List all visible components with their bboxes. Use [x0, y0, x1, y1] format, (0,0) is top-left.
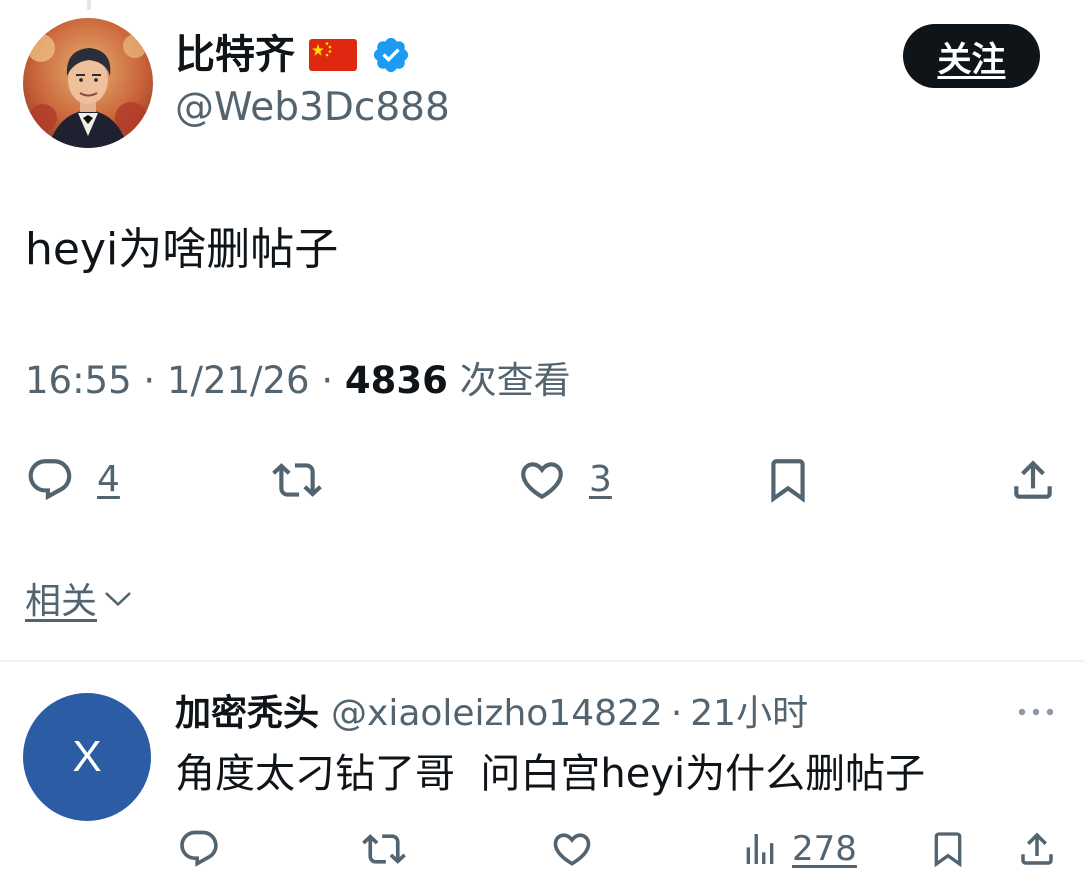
share-icon [1021, 832, 1053, 865]
reply-avatar[interactable]: X [23, 693, 151, 821]
reply-count[interactable]: 4 [97, 458, 120, 502]
retweet-icon [272, 463, 322, 497]
reply-views-button[interactable]: 278 [740, 827, 857, 871]
bookmark-icon [771, 459, 805, 503]
reply-retweet-button[interactable] [360, 827, 408, 871]
reply-share-button[interactable] [1016, 827, 1058, 871]
share-icon [1014, 460, 1052, 499]
views-label: 次查看 [459, 359, 571, 402]
follow-button[interactable]: 关注 [903, 24, 1040, 88]
share-button[interactable] [1008, 455, 1058, 505]
divider [0, 660, 1085, 662]
heart-icon [553, 833, 591, 866]
post-time[interactable]: 16:55 [25, 359, 132, 402]
retweet-icon [362, 834, 406, 864]
heart-icon [521, 462, 563, 500]
post-text: heyi为啥删帖子 [25, 224, 339, 275]
reply-time[interactable]: 21小时 [690, 688, 808, 740]
reply-author-name[interactable]: 加密秃头 [175, 688, 319, 740]
author-avatar-image [23, 18, 153, 148]
more-icon [1018, 708, 1054, 716]
author-handle[interactable]: @Web3Dc888 [175, 82, 450, 134]
reply-separator: · [670, 693, 683, 734]
china-flag-icon [309, 39, 357, 71]
reply-like-button[interactable] [550, 827, 594, 871]
views-count: 4836 [344, 359, 448, 402]
meta-separator: · [143, 359, 156, 402]
thread-connector [87, 0, 91, 10]
more-options-button[interactable] [1016, 700, 1056, 728]
post-date[interactable]: 1/21/26 [167, 359, 310, 402]
related-toggle[interactable]: 相关 [25, 572, 135, 624]
post-meta: 16:55 · 1/21/26 · 4836 次查看 [25, 355, 571, 407]
reply-views-count: 278 [792, 829, 857, 869]
reply-reply-button[interactable] [177, 827, 221, 871]
author-avatar[interactable] [23, 18, 153, 148]
like-button[interactable]: 3 [515, 455, 612, 505]
meta-separator: · [321, 359, 334, 402]
verified-badge-icon [373, 37, 409, 73]
bookmark-button[interactable] [763, 455, 813, 505]
retweet-button[interactable] [268, 455, 326, 505]
like-count[interactable]: 3 [589, 458, 612, 502]
reply-text: 角度太刁钻了哥 问白宫heyi为什么删帖子 [175, 751, 926, 797]
reply-button[interactable]: 4 [23, 455, 120, 505]
reply-icon [180, 830, 218, 867]
reply-header: 加密秃头 @xiaoleizho14822 · 21小时 [175, 688, 808, 740]
reply-bookmark-button[interactable] [928, 827, 968, 871]
chevron-down-icon [105, 592, 131, 607]
analytics-icon [746, 834, 774, 864]
reply-author-handle[interactable]: @xiaoleizho14822 [331, 688, 663, 740]
related-label: 相关 [25, 581, 98, 622]
bookmark-icon [934, 832, 962, 868]
author-name-row: 比特齐 [175, 30, 411, 80]
author-name[interactable]: 比特齐 [175, 30, 295, 80]
reply-icon [28, 459, 72, 501]
